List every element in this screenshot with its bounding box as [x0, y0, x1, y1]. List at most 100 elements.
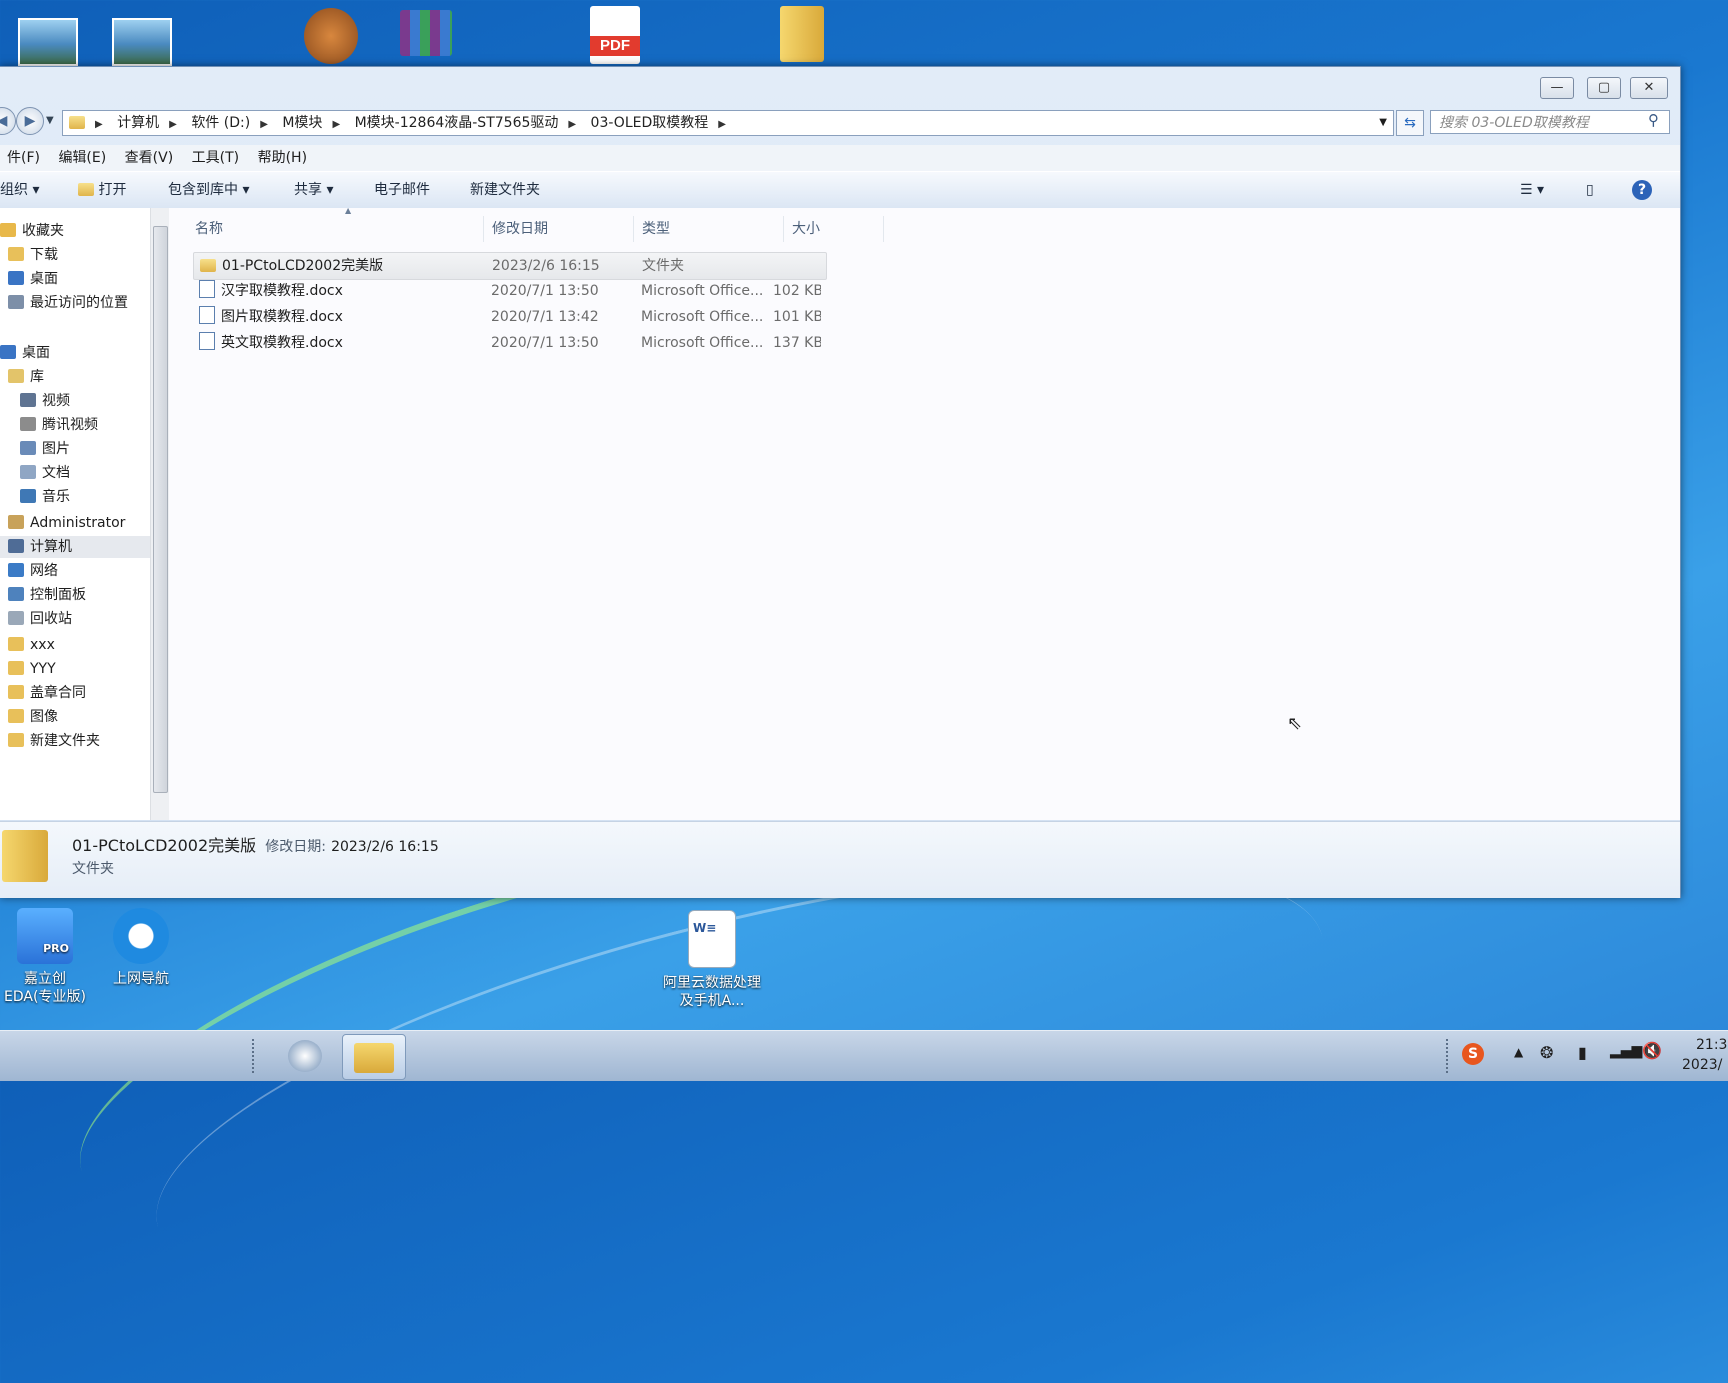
nav-item[interactable]: YYY: [8, 658, 56, 680]
nav-item[interactable]: 图像: [8, 706, 58, 728]
menu-help[interactable]: 帮助(H): [251, 145, 314, 171]
nav-item[interactable]: 视频: [20, 390, 70, 412]
sogou-ime-icon[interactable]: S: [1462, 1043, 1484, 1065]
folder-icon: [8, 709, 24, 723]
share-button[interactable]: 共享 ▾: [294, 172, 333, 208]
search-input[interactable]: 搜索 03-OLED取模教程: [1430, 110, 1670, 134]
nav-item[interactable]: 音乐: [20, 486, 70, 508]
nav-item[interactable]: 桌面: [0, 342, 50, 364]
winrar-icon[interactable]: [400, 10, 452, 56]
preview-pane-icon[interactable]: ▯: [1586, 172, 1594, 208]
show-hidden-icons[interactable]: ▲: [1514, 1045, 1523, 1059]
landscape-image-icon[interactable]: [112, 18, 172, 66]
desktop-icon-word-doc[interactable]: W≡ 阿里云数据处理及手机A...: [662, 910, 762, 1010]
desktop-icon-ie[interactable]: 上网导航: [96, 908, 186, 988]
menu-tools[interactable]: 工具(T): [185, 145, 246, 171]
nav-item[interactable]: 新建文件夹: [8, 730, 100, 752]
minimize-button[interactable]: —: [1540, 77, 1574, 99]
nav-item[interactable]: 最近访问的位置: [8, 292, 128, 314]
column-header-size[interactable]: 大小: [784, 216, 884, 242]
nav-item[interactable]: 回收站: [8, 608, 72, 630]
file-row[interactable]: 图片取模教程.docx 2020/7/1 13:42 Microsoft Off…: [193, 304, 825, 330]
menu-edit[interactable]: 编辑(E): [51, 145, 113, 171]
command-bar: 组织 ▾ 打开 包含到库中 ▾ 共享 ▾ 电子邮件 新建文件夹 ☰ ▾ ▯ ?: [0, 171, 1680, 209]
signal-tray-icon[interactable]: ▂▄▆: [1610, 1043, 1642, 1059]
volume-muted-icon[interactable]: 🔇: [1642, 1041, 1662, 1060]
nav-item[interactable]: xxx: [8, 634, 55, 656]
address-dropdown-icon[interactable]: ▼: [1379, 111, 1387, 135]
chevron-right-icon[interactable]: ▶: [91, 119, 107, 130]
file-row[interactable]: 汉字取模教程.docx 2020/7/1 13:50 Microsoft Off…: [193, 278, 825, 304]
address-bar[interactable]: ▶ 计算机 ▶ 软件 (D:) ▶ M模块 ▶ M模块-12864液晶-ST7565驱…: [62, 110, 1394, 136]
chevron-right-icon[interactable]: ▶: [714, 119, 730, 130]
breadcrumb-item[interactable]: M模块: [276, 111, 328, 135]
tray-grip[interactable]: [1446, 1039, 1452, 1073]
nav-item[interactable]: 图片: [20, 438, 70, 460]
network-tray-icon[interactable]: ❂: [1540, 1043, 1553, 1062]
refresh-button[interactable]: ⇆: [1396, 110, 1424, 136]
breadcrumb-item[interactable]: M模块-12864液晶-ST7565驱动: [349, 111, 565, 135]
clock-date[interactable]: 2023/: [1682, 1057, 1722, 1073]
view-options-icon[interactable]: ☰ ▾: [1520, 172, 1544, 208]
breadcrumb-item[interactable]: 软件 (D:): [185, 111, 256, 135]
jlc-eda-icon: PRO: [17, 908, 73, 964]
file-row[interactable]: 01-PCtoLCD2002完美版 2023/2/6 16:15 文件夹: [193, 252, 827, 280]
menu-file[interactable]: 件(F): [0, 145, 47, 171]
nav-item[interactable]: 腾讯视频: [20, 414, 98, 436]
column-header-name[interactable]: 名称: [187, 216, 484, 242]
bear-app-icon[interactable]: [304, 8, 358, 64]
nav-item[interactable]: 控制面板: [8, 584, 86, 606]
nav-item[interactable]: 盖章合同: [8, 682, 86, 704]
nav-item[interactable]: Administrator: [8, 512, 125, 534]
chevron-right-icon[interactable]: ▶: [256, 119, 272, 130]
chevron-right-icon[interactable]: ▶: [165, 119, 181, 130]
word-doc-icon: [199, 304, 215, 330]
nav-item[interactable]: 桌面: [8, 268, 58, 290]
folder-icon[interactable]: [780, 6, 824, 62]
help-icon[interactable]: ?: [1632, 172, 1652, 208]
file-row[interactable]: 英文取模教程.docx 2020/7/1 13:50 Microsoft Off…: [193, 330, 825, 356]
back-button[interactable]: ◀: [0, 107, 16, 135]
file-name: 图片取模教程.docx: [221, 309, 343, 325]
chevron-right-icon[interactable]: ▶: [564, 119, 580, 130]
nav-item[interactable]: 收藏夹: [0, 220, 64, 242]
column-header-date[interactable]: 修改日期: [484, 216, 634, 242]
file-name: 01-PCtoLCD2002完美版: [222, 258, 384, 274]
nav-item[interactable]: 下载: [8, 244, 58, 266]
new-folder-button[interactable]: 新建文件夹: [470, 172, 540, 208]
chevron-right-icon[interactable]: ▶: [328, 119, 344, 130]
desktop-icon-jlc-eda[interactable]: PRO 嘉立创EDA(专业版): [0, 908, 90, 1006]
breadcrumb-item[interactable]: 03-OLED取模教程: [585, 111, 715, 135]
nav-item[interactable]: 文档: [20, 462, 70, 484]
include-in-library-button[interactable]: 包含到库中 ▾: [168, 172, 249, 208]
menu-view[interactable]: 查看(V): [118, 145, 181, 171]
nav-item[interactable]: 库: [8, 366, 44, 388]
maximize-button[interactable]: ▢: [1587, 77, 1621, 99]
column-header-type[interactable]: 类型: [634, 216, 784, 242]
file-size: 137 KB: [773, 335, 821, 351]
scroll-thumb[interactable]: [153, 226, 168, 793]
file-type: Microsoft Office...: [641, 283, 764, 299]
details-date-label: 修改日期:: [265, 839, 326, 855]
taskbar-grip[interactable]: [252, 1039, 258, 1073]
nav-item-label: 回收站: [30, 611, 72, 627]
taskbar-app-button[interactable]: [274, 1034, 336, 1078]
pdf-icon[interactable]: PDF: [590, 6, 640, 64]
open-button[interactable]: 打开: [78, 172, 126, 208]
nav-scrollbar[interactable]: [150, 208, 169, 820]
file-size: 101 KB: [773, 309, 821, 325]
recent-pages-dropdown[interactable]: ▼: [46, 115, 54, 126]
file-name: 英文取模教程.docx: [221, 335, 343, 351]
taskbar-explorer-button[interactable]: [342, 1034, 406, 1080]
usb-tray-icon[interactable]: ▮: [1578, 1043, 1587, 1062]
nav-item[interactable]: 网络: [8, 560, 58, 582]
breadcrumb-item[interactable]: 计算机: [111, 111, 165, 135]
clock-time[interactable]: 21:3: [1696, 1037, 1727, 1053]
pictures-icon: [20, 441, 36, 455]
close-button[interactable]: ✕: [1630, 77, 1668, 99]
email-button[interactable]: 电子邮件: [374, 172, 430, 208]
nav-item[interactable]: 计算机: [0, 536, 158, 558]
forward-button[interactable]: ▶: [16, 107, 44, 135]
organize-button[interactable]: 组织 ▾: [0, 172, 39, 208]
landscape-image-icon[interactable]: [18, 18, 78, 66]
